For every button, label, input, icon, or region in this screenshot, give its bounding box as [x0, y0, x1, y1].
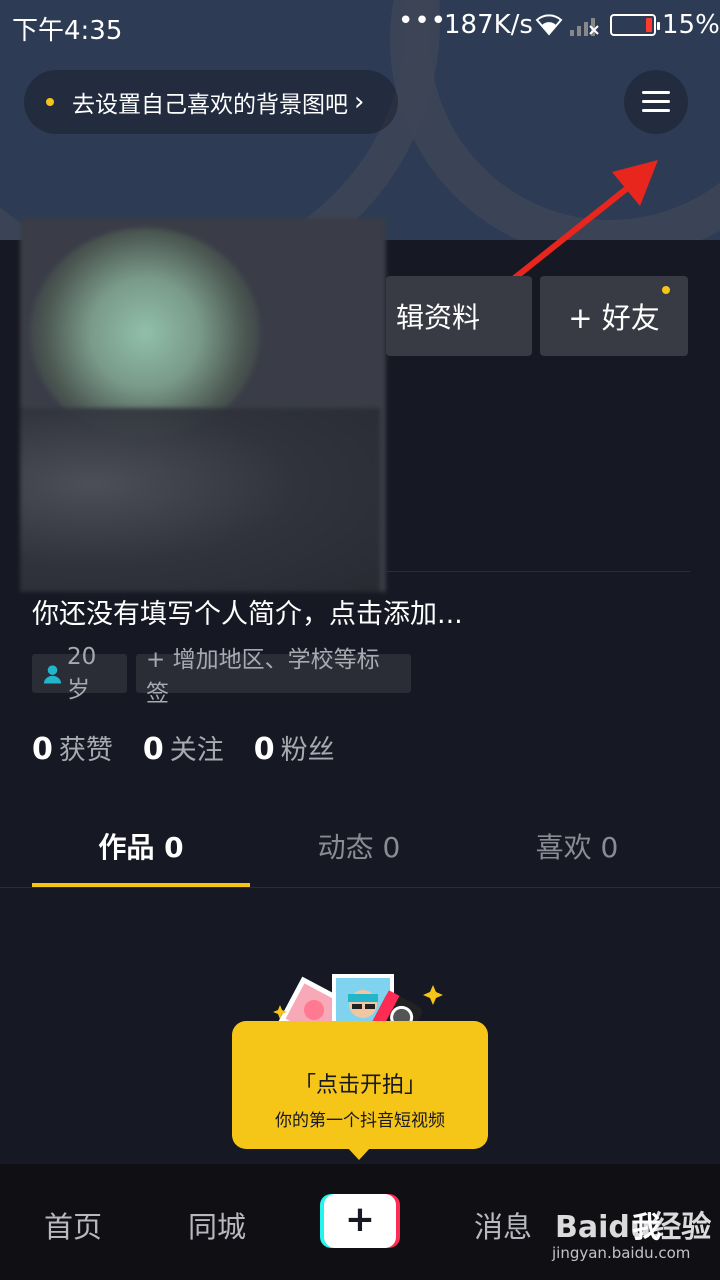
tab-activity[interactable]: 动态 0 [250, 826, 468, 866]
nav-nearby[interactable]: 同城 [188, 1204, 246, 1246]
tab-likes[interactable]: 喜欢 0 [468, 826, 686, 866]
stat-label: 获赞 [58, 735, 113, 766]
stat-value: 0 [253, 732, 275, 767]
add-friend-label: + 好友 [568, 301, 660, 335]
divider [0, 887, 720, 888]
edit-profile-button[interactable]: 辑资料 [386, 276, 532, 356]
edit-profile-label: 辑资料 [396, 301, 481, 334]
menu-button[interactable] [624, 70, 688, 134]
age-label: 20岁 [67, 643, 97, 703]
nav-messages[interactable]: 消息 [474, 1204, 532, 1246]
following-stat[interactable]: 0 关注 [143, 728, 224, 767]
baidu-watermark-logo: Baidu经验 [555, 1210, 712, 1245]
signal-icon [570, 18, 599, 36]
battery-icon [610, 14, 660, 36]
chevron-right-icon: › [354, 87, 365, 117]
set-background-prompt[interactable]: 去设置自己喜欢的背景图吧 › [24, 70, 398, 134]
cta-title: 「点击开拍」 [293, 1073, 426, 1098]
hamburger-menu-icon [642, 109, 670, 112]
user-icon [43, 664, 62, 684]
cta-subtitle: 你的第一个抖音短视频 [275, 1111, 445, 1131]
divider [386, 571, 690, 572]
add-friend-button[interactable]: + 好友 [540, 276, 688, 356]
nav-home[interactable]: 首页 [44, 1204, 102, 1246]
add-tag-button[interactable]: + 增加地区、学校等标签 [136, 647, 411, 707]
plus-icon: + [324, 1194, 396, 1248]
avatar[interactable] [20, 218, 386, 592]
profile-tabs: 作品 0 动态 0 喜欢 0 [32, 826, 686, 886]
age-tag[interactable]: 20岁 [32, 644, 127, 703]
more-dots-icon: ••• [398, 6, 448, 36]
stat-label: 关注 [169, 735, 224, 766]
notification-dot [46, 98, 54, 106]
hamburger-menu-icon [642, 91, 670, 94]
bio-text[interactable]: 你还没有填写个人简介，点击添加... [32, 592, 463, 631]
tab-works[interactable]: 作品 0 [32, 826, 250, 866]
stat-value: 0 [32, 732, 53, 767]
profile-stats: 0 获赞 0 关注 0 粉丝 [32, 728, 365, 767]
likes-stat[interactable]: 0 获赞 [32, 728, 113, 767]
notification-dot [662, 286, 670, 294]
shoot-first-video-button[interactable]: 「点击开拍」 你的第一个抖音短视频 [232, 1021, 488, 1149]
followers-stat[interactable]: 0 粉丝 [254, 728, 335, 767]
status-bar: 下午4:35 ••• 187K/s 15% [0, 0, 720, 52]
baidu-watermark-url: jingyan.baidu.com [552, 1244, 691, 1262]
wifi-icon [535, 14, 563, 36]
stat-label: 粉丝 [280, 735, 335, 766]
cta-pointer [346, 1146, 372, 1160]
create-video-button[interactable]: + [320, 1194, 400, 1248]
set-background-label: 去设置自己喜欢的背景图吧 [72, 92, 348, 118]
network-speed: 187K/s [444, 10, 533, 40]
status-time: 下午4:35 [12, 16, 123, 46]
battery-percent: 15% [662, 10, 720, 40]
hamburger-menu-icon [642, 100, 670, 103]
add-tag-label: + 增加地区、学校等标签 [146, 646, 380, 707]
stat-value: 0 [142, 732, 164, 767]
